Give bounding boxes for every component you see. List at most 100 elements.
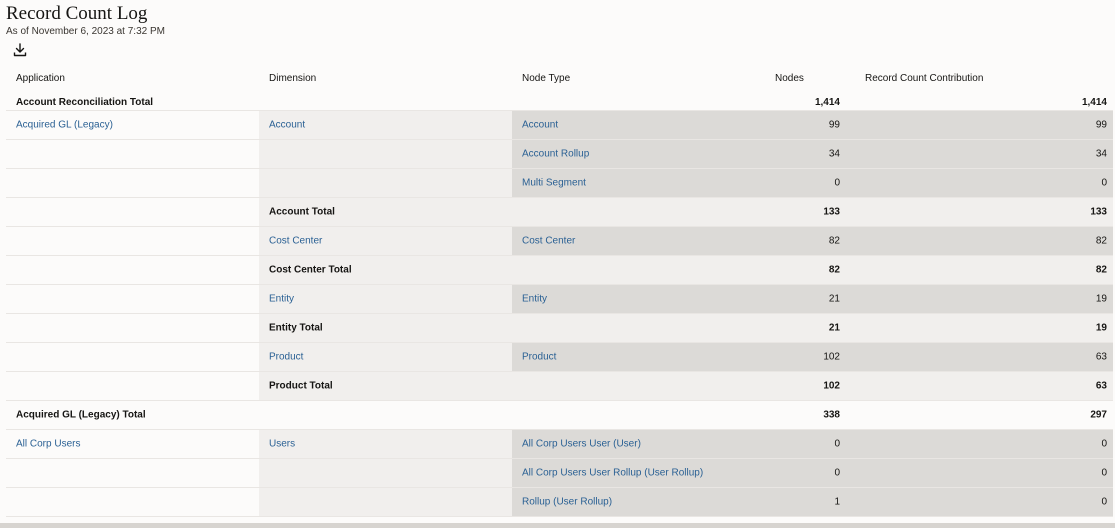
- dimension-link-cell: [259, 488, 512, 516]
- table-row: Product Product 63 102: [6, 343, 1113, 372]
- dimension-total-label-cell: Account Total: [259, 198, 512, 226]
- table-row: Entity Total 21 19: [6, 314, 1113, 343]
- record-count-value-cell: 0: [846, 169, 1113, 197]
- column-header-application[interactable]: Application: [16, 73, 65, 84]
- application-link-cell: All Corp Users: [6, 430, 259, 458]
- record-count-value-cell: 63: [846, 372, 1113, 400]
- dimension-link-cell: [259, 459, 512, 487]
- record-count-value-cell: 133: [846, 198, 1113, 226]
- dimension-link[interactable]: Entity: [269, 294, 294, 305]
- column-header-record-count-contribution[interactable]: Record Count Contribution: [865, 73, 983, 84]
- record-count-value: 19: [1095, 293, 1107, 305]
- column-header-node-type[interactable]: Node Type: [522, 73, 570, 84]
- record-count-value: 34: [1095, 148, 1107, 160]
- application-link[interactable]: All Corp Users: [16, 439, 80, 450]
- application-link[interactable]: Acquired GL (Legacy): [16, 120, 113, 131]
- table-row: Cost Center Total 82 82: [6, 256, 1113, 285]
- nodes-value: 102: [823, 351, 840, 363]
- application-link-cell: Acquired GL (Legacy): [6, 111, 259, 139]
- node-type-link[interactable]: Cost Center: [522, 236, 575, 247]
- table-row: Account Total 133 133: [6, 198, 1113, 227]
- application-link-cell: [6, 227, 259, 255]
- table-row: Rollup (User Rollup) 0 1: [6, 488, 1113, 517]
- dimension-total-label: Cost Center Total: [269, 264, 352, 276]
- node-type-link[interactable]: Entity: [522, 294, 547, 305]
- dimension-link-cell: Users: [259, 430, 512, 458]
- application-cell: [6, 198, 259, 226]
- nodes-value-cell: 338: [512, 401, 846, 429]
- table-header: Application Dimension Node Type Nodes Re…: [6, 68, 1113, 93]
- record-count-value: 63: [1095, 351, 1107, 363]
- record-count-value: 99: [1095, 119, 1107, 131]
- column-header-nodes[interactable]: Nodes: [775, 73, 804, 84]
- application-link-cell: [6, 169, 259, 197]
- dimension-link-cell: Product: [259, 343, 512, 371]
- dimension-total-label-cell: Product Total: [259, 372, 512, 400]
- dimension-link[interactable]: Cost Center: [269, 236, 322, 247]
- node-type-link[interactable]: All Corp Users User (User): [522, 439, 641, 450]
- nodes-value: 82: [828, 264, 840, 276]
- dimension-link[interactable]: Users: [269, 439, 295, 450]
- node-type-link[interactable]: Account Rollup: [522, 149, 589, 160]
- node-type-link-cell: Account: [512, 111, 846, 139]
- record-count-value: 133: [1090, 206, 1107, 218]
- application-cell: [6, 256, 259, 284]
- dimension-link-cell: Account: [259, 111, 512, 139]
- node-type-link-cell: Product: [512, 343, 846, 371]
- node-type-link[interactable]: Account: [522, 120, 558, 131]
- dimension-link-cell: [259, 169, 512, 197]
- record-count-value: 82: [1095, 235, 1107, 247]
- application-link-cell: [6, 488, 259, 516]
- nodes-value: 133: [823, 206, 840, 218]
- nodes-value: 1: [834, 496, 840, 508]
- table-row: Account Rollup 34 34: [6, 140, 1113, 169]
- nodes-value-cell: 102: [512, 372, 846, 400]
- record-count-value: 0: [1101, 496, 1107, 508]
- record-count-value: 63: [1095, 380, 1107, 392]
- download-icon[interactable]: [12, 42, 28, 58]
- nodes-value: 1,414: [814, 97, 840, 108]
- application-link-cell: [6, 140, 259, 168]
- record-count-value-cell: 63: [846, 343, 1113, 371]
- record-count-value-cell: 19: [846, 285, 1113, 313]
- record-count-value-cell: 82: [846, 227, 1113, 255]
- table-row: Entity Entity 19 21: [6, 285, 1113, 314]
- column-header-dimension[interactable]: Dimension: [269, 73, 316, 84]
- table-row: Acquired GL (Legacy) Total 338 297: [6, 401, 1113, 430]
- nodes-value: 102: [823, 380, 840, 392]
- page-subtitle-timestamp: As of November 6, 2023 at 7:32 PM: [6, 26, 165, 37]
- nodes-value: 99: [828, 119, 840, 131]
- horizontal-scrollbar[interactable]: [0, 523, 1115, 528]
- dimension-link[interactable]: Product: [269, 352, 303, 363]
- node-type-link-cell: Rollup (User Rollup): [512, 488, 846, 516]
- nodes-value-cell: 82: [512, 256, 846, 284]
- record-count-table: Application Dimension Node Type Nodes Re…: [6, 68, 1113, 517]
- application-link-cell: [6, 343, 259, 371]
- table-row: All Corp Users User Rollup (User Rollup)…: [6, 459, 1113, 488]
- dimension-link-cell: Entity: [259, 285, 512, 313]
- page-title: Record Count Log: [6, 3, 148, 24]
- nodes-value: 21: [828, 293, 840, 305]
- record-count-value-cell: 1,414: [846, 93, 1113, 110]
- node-type-link[interactable]: Product: [522, 352, 556, 363]
- node-type-link-cell: Cost Center: [512, 227, 846, 255]
- nodes-value: 82: [828, 235, 840, 247]
- node-type-link[interactable]: Rollup (User Rollup): [522, 497, 612, 508]
- dimension-total-label: Product Total: [269, 380, 333, 392]
- nodes-value: 0: [834, 438, 840, 450]
- dimension-link-cell: [259, 140, 512, 168]
- nodes-value-cell: 21: [512, 314, 846, 342]
- nodes-value-cell: 133: [512, 198, 846, 226]
- node-type-link[interactable]: All Corp Users User Rollup (User Rollup): [522, 468, 703, 479]
- dimension-link[interactable]: Account: [269, 120, 305, 131]
- record-count-value: 0: [1101, 438, 1107, 450]
- dimension-link-cell: Cost Center: [259, 227, 512, 255]
- application-cell: [6, 314, 259, 342]
- record-count-value-cell: 99: [846, 111, 1113, 139]
- record-count-value-cell: 0: [846, 430, 1113, 458]
- record-count-value: 82: [1095, 264, 1107, 276]
- dimension-total-label: Account Total: [269, 206, 335, 218]
- node-type-link[interactable]: Multi Segment: [522, 178, 586, 189]
- nodes-value-cell: 1,414: [512, 93, 846, 110]
- record-count-value-cell: 34: [846, 140, 1113, 168]
